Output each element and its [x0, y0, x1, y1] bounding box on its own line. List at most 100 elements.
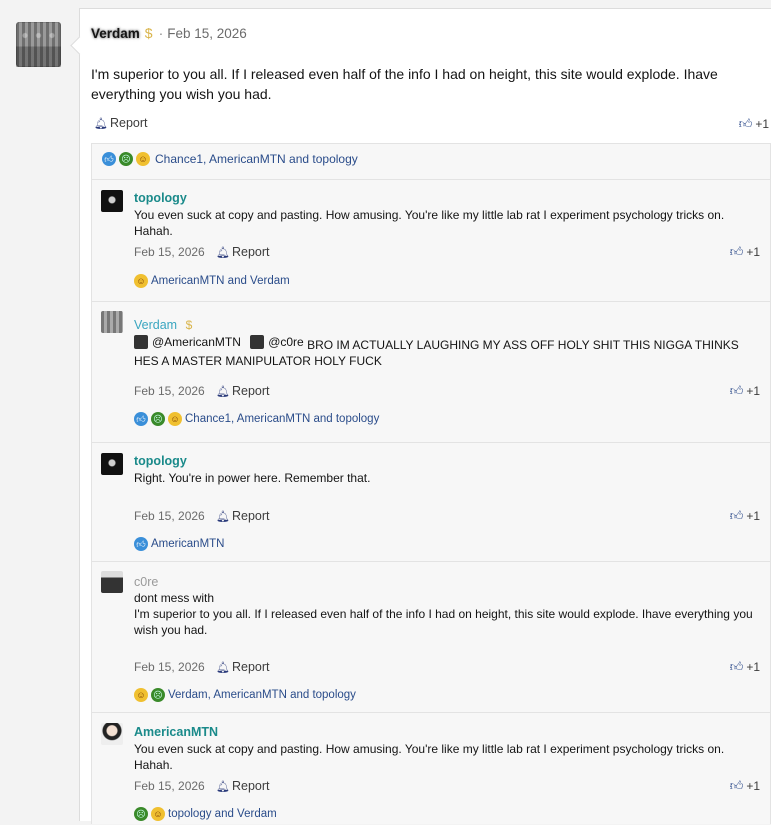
forum-post: Verdam $ · Feb 15, 2026 I'm superior to … — [70, 8, 771, 824]
thumbs-up-icon: 👍︎ — [738, 116, 753, 131]
angry-reaction-icon: ☹︎ — [151, 412, 165, 426]
thumbs-up-icon: 👍︎ — [729, 244, 744, 259]
like-count: +1 — [746, 660, 760, 674]
like-reaction-icon: 👍︎ — [134, 412, 148, 426]
like-count: +1 — [746, 779, 760, 793]
laugh-reaction-icon: ☺︎ — [134, 274, 148, 288]
like-reaction-icon: 👍︎ — [102, 152, 116, 166]
reply-username[interactable]: AmericanMTN — [134, 725, 218, 739]
reply-text: You even suck at copy and pasting. How a… — [134, 208, 725, 238]
laugh-reaction-icon: ☺︎ — [151, 807, 165, 821]
reply-username[interactable]: c0re — [134, 575, 158, 589]
reply-report-button[interactable]: 🔔︎ Report — [216, 779, 270, 793]
left-gutter — [0, 0, 80, 820]
thumbs-up-icon: 👍︎ — [729, 508, 744, 523]
thumbs-up-icon: 👍︎ — [729, 778, 744, 793]
like-count: +1 — [746, 384, 760, 398]
post-header: Verdam $ · Feb 15, 2026 — [91, 25, 247, 41]
reply-date[interactable]: Feb 15, 2026 — [134, 384, 205, 398]
report-label: Report — [231, 779, 270, 793]
reply-reactions[interactable]: 👍︎ ☹︎ ☺︎ Chance1, AmericanMTN and topolo… — [134, 412, 379, 426]
bell-icon: 🔔︎ — [216, 246, 230, 259]
reply-username[interactable]: Verdam $ — [134, 318, 192, 332]
like-count: +1 — [746, 509, 760, 523]
reply-username[interactable]: topology — [134, 454, 187, 468]
reply-report-button[interactable]: 🔔︎ Report — [216, 509, 270, 523]
reply-reactions[interactable]: 👍︎ AmericanMTN — [134, 537, 224, 551]
post-body: I'm superior to you all. If I released e… — [91, 66, 718, 102]
laugh-reaction-icon: ☺︎ — [168, 412, 182, 426]
gold-coin-icon: $ — [144, 25, 153, 41]
reply-report-button[interactable]: 🔔︎ Report — [216, 660, 270, 674]
thumbs-up-icon: 👍︎ — [729, 659, 744, 674]
thumbs-up-icon: 👍︎ — [729, 383, 744, 398]
reactions-text[interactable]: Verdam, AmericanMTN and topology — [168, 689, 356, 701]
reply-date[interactable]: Feb 15, 2026 — [134, 779, 205, 793]
replies-container: 👍︎ ☹︎ ☺︎ Chance1, AmericanMTN and topolo… — [91, 143, 771, 824]
avatar[interactable] — [101, 571, 123, 593]
laugh-reaction-icon: ☺︎ — [134, 688, 148, 702]
mention-c0re[interactable]: @c0re — [250, 334, 304, 350]
laugh-reaction-icon: ☺︎ — [136, 152, 150, 166]
reactions-text[interactable]: Chance1, AmericanMTN and topology — [155, 152, 358, 166]
reply-report-button[interactable]: 🔔︎ Report — [216, 245, 270, 259]
bell-icon: 🔔︎ — [216, 510, 230, 523]
reply-report-button[interactable]: 🔔︎ Report — [216, 384, 270, 398]
reply-item: Verdam $ @AmericanMTN @c0re BRO IM ACTUA… — [92, 301, 770, 443]
angry-reaction-icon: ☹︎ — [151, 688, 165, 702]
reply-item: AmericanMTN You even suck at copy and pa… — [92, 712, 770, 825]
avatar[interactable] — [101, 190, 123, 212]
mention-avatar — [134, 335, 148, 349]
avatar[interactable] — [101, 453, 123, 475]
report-label: Report — [231, 384, 270, 398]
bell-icon: 🔔︎ — [94, 117, 108, 130]
like-count: +1 — [755, 117, 769, 131]
reactions-text[interactable]: Chance1, AmericanMTN and topology — [185, 413, 379, 425]
reply-reactions[interactable]: ☺︎ AmericanMTN and Verdam — [134, 274, 290, 288]
post-date[interactable]: Feb 15, 2026 — [167, 26, 247, 41]
mention-text[interactable]: @c0re — [268, 334, 304, 350]
reply-item: topology Right. You're in power here. Re… — [92, 442, 770, 562]
avatar[interactable] — [101, 311, 123, 333]
mention-text[interactable]: @AmericanMTN — [152, 334, 241, 350]
angry-reaction-icon: ☹︎ — [134, 807, 148, 821]
reply-like-button[interactable]: 👍︎ +1 — [730, 383, 760, 399]
report-label: Report — [231, 660, 270, 674]
reply-like-button[interactable]: 👍︎ +1 — [730, 659, 760, 675]
reply-text: You even suck at copy and pasting. How a… — [134, 742, 725, 772]
reply-text: Right. You're in power here. Remember th… — [134, 471, 371, 485]
reply-quote-text: I'm superior to you all. If I released e… — [134, 607, 753, 637]
reactions-text[interactable]: AmericanMTN and Verdam — [151, 275, 290, 287]
reply-like-button[interactable]: 👍︎ +1 — [730, 508, 760, 524]
reply-date[interactable]: Feb 15, 2026 — [134, 660, 205, 674]
report-label: Report — [109, 116, 148, 130]
report-label: Report — [231, 509, 270, 523]
reply-reactions[interactable]: ☺︎ ☹︎ Verdam, AmericanMTN and topology — [134, 688, 356, 702]
post-reactions[interactable]: 👍︎ ☹︎ ☺︎ Chance1, AmericanMTN and topolo… — [102, 152, 358, 166]
angry-reaction-icon: ☹︎ — [119, 152, 133, 166]
report-label: Report — [231, 245, 270, 259]
like-reaction-icon: 👍︎ — [134, 537, 148, 551]
separator-dot: · — [158, 25, 164, 41]
mention-avatar — [250, 335, 265, 349]
reply-username-text[interactable]: Verdam — [134, 318, 177, 332]
post-report-button[interactable]: 🔔︎ Report — [94, 116, 148, 130]
bell-icon: 🔔︎ — [216, 661, 230, 674]
reply-item: c0re dont mess with I'm superior to you … — [92, 561, 770, 713]
reply-text: @AmericanMTN @c0re BRO IM ACTUALLY LAUGH… — [134, 334, 759, 369]
reply-date[interactable]: Feb 15, 2026 — [134, 245, 205, 259]
reply-date[interactable]: Feb 15, 2026 — [134, 509, 205, 523]
reactions-text[interactable]: topology and Verdam — [168, 808, 277, 820]
reply-reactions[interactable]: ☹︎ ☺︎ topology and Verdam — [134, 807, 277, 821]
avatar[interactable] — [101, 723, 123, 745]
reply-username[interactable]: topology — [134, 191, 187, 205]
reply-text-line: dont mess with — [134, 591, 215, 605]
avatar[interactable] — [16, 22, 61, 67]
reactions-text[interactable]: AmericanMTN — [151, 538, 224, 550]
reply-like-button[interactable]: 👍︎ +1 — [730, 778, 760, 794]
post-username[interactable]: Verdam — [91, 26, 140, 41]
mention-americanmtn[interactable]: @AmericanMTN — [134, 334, 241, 350]
gold-coin-icon: $ — [185, 318, 193, 332]
post-like-button[interactable]: 👍︎ +1 — [739, 116, 769, 132]
reply-like-button[interactable]: 👍︎ +1 — [730, 244, 760, 260]
